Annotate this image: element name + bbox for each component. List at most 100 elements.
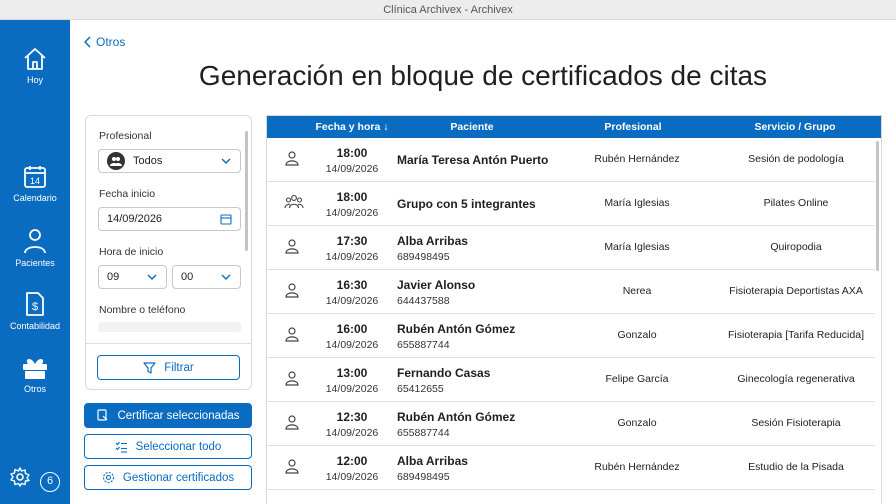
row-date: 14/09/2026 bbox=[325, 471, 379, 483]
row-phone: 655887744 bbox=[397, 427, 450, 439]
row-patient: Grupo con 5 integrantes bbox=[397, 197, 536, 211]
row-professional: María Iglesias bbox=[604, 241, 670, 253]
profesional-select[interactable]: Todos bbox=[98, 149, 241, 173]
row-service: Pilates Online bbox=[763, 197, 829, 209]
row-patient: Javier Alonso bbox=[397, 278, 476, 292]
fecha-input[interactable]: 14/09/2026 bbox=[98, 207, 241, 231]
row-date: 14/09/2026 bbox=[325, 163, 379, 175]
person-icon bbox=[284, 238, 300, 259]
sidebar-item-contabilidad[interactable]: $ Contabilidad bbox=[0, 291, 70, 331]
row-service: Estudio de la Pisada bbox=[748, 461, 844, 473]
row-time: 17:30 bbox=[336, 234, 368, 248]
table-row[interactable]: 18:00 14/09/2026 Grupo con 5 integrantes Ma… bbox=[267, 182, 875, 226]
group-icon bbox=[284, 194, 304, 215]
table-header: Fecha y hora ↓ Paciente Profesional Serv… bbox=[267, 116, 881, 138]
window-titlebar: Clínica Archivex - Archivex bbox=[0, 0, 896, 20]
filtrar-label: Filtrar bbox=[164, 361, 194, 374]
row-date: 14/09/2026 bbox=[325, 339, 379, 351]
certificar-button[interactable]: Certificar seleccionadas bbox=[84, 403, 252, 428]
row-patient: Alba Arribas bbox=[397, 234, 468, 248]
row-date: 14/09/2026 bbox=[325, 383, 379, 395]
gift-icon bbox=[23, 359, 47, 379]
back-link[interactable]: Otros bbox=[84, 35, 125, 49]
table-row[interactable]: 12:00 14/09/2026 Alba Arribas 689498495 Rubé… bbox=[267, 446, 875, 490]
row-date: 14/09/2026 bbox=[325, 207, 379, 219]
accounting-icon: $ bbox=[26, 292, 44, 316]
table-row[interactable]: 18:00 14/09/2026 María Teresa Antón Puerto… bbox=[267, 138, 875, 182]
table-row[interactable]: 16:30 14/09/2026 Javier Alonso 644437588 Ner… bbox=[267, 270, 875, 314]
sidebar-item-label: Otros bbox=[23, 384, 46, 394]
minuto-value: 00 bbox=[181, 271, 194, 283]
row-professional: Rubén Hernández bbox=[594, 461, 680, 473]
nombre-label: Nombre o teléfono bbox=[99, 304, 186, 316]
sidebar: Hoy 14 Calendario Pacientes $ Contabilid… bbox=[0, 20, 70, 504]
person-icon bbox=[284, 282, 300, 303]
filters-scrollbar[interactable] bbox=[245, 131, 248, 251]
header-profesional: Profesional bbox=[604, 121, 662, 133]
sidebar-item-label: Calendario bbox=[13, 193, 57, 203]
row-service: Sesión de podología bbox=[748, 153, 844, 165]
filtrar-button[interactable]: Filtrar bbox=[97, 355, 240, 380]
gestionar-button[interactable]: Gestionar certificados bbox=[84, 465, 252, 490]
table-row[interactable]: 17:30 14/09/2026 Alba Arribas 689498495 Marí… bbox=[267, 226, 875, 270]
fecha-label: Fecha inicio bbox=[99, 188, 156, 200]
row-service: Fisioterapia [Tarifa Reducida] bbox=[728, 329, 864, 341]
checklist-icon bbox=[115, 441, 127, 453]
hora-label: Hora de inicio bbox=[99, 246, 164, 258]
row-phone: 689498495 bbox=[397, 251, 450, 263]
row-professional: Gonzalo bbox=[617, 329, 657, 341]
row-time: 18:00 bbox=[336, 146, 368, 160]
nombre-input[interactable] bbox=[98, 322, 241, 332]
chevron-down-icon bbox=[221, 274, 231, 280]
person-icon bbox=[284, 370, 300, 391]
gear-icon bbox=[102, 471, 114, 484]
group-avatar-icon bbox=[107, 152, 125, 170]
row-date: 14/09/2026 bbox=[325, 427, 379, 439]
row-date: 14/09/2026 bbox=[325, 251, 379, 263]
row-service: Ginecología regenerativa bbox=[737, 373, 855, 385]
person-icon bbox=[284, 150, 300, 171]
sidebar-item-label: Hoy bbox=[26, 75, 43, 85]
row-time: 16:30 bbox=[336, 278, 368, 292]
filters-divider bbox=[86, 343, 251, 344]
hora-select[interactable]: 09 bbox=[98, 265, 167, 289]
table-scrollbar[interactable] bbox=[876, 141, 879, 271]
sidebar-item-calendario[interactable]: 14 Calendario bbox=[0, 165, 70, 203]
table-row[interactable]: 16:00 14/09/2026 Rubén Antón Gómez 65588774… bbox=[267, 314, 875, 358]
filters-panel: Profesional Todos Fecha inicio 14/09/202… bbox=[85, 115, 252, 390]
row-phone: 65412655 bbox=[397, 383, 444, 395]
sidebar-item-pacientes[interactable]: Pacientes bbox=[0, 228, 70, 268]
sidebar-item-hoy[interactable]: Hoy bbox=[0, 47, 70, 85]
row-professional: Rubén Hernández bbox=[594, 153, 680, 165]
sidebar-item-otros[interactable]: Otros bbox=[0, 356, 70, 394]
header-fecha[interactable]: Fecha y hora ↓ bbox=[312, 121, 392, 133]
hora-value: 09 bbox=[107, 271, 120, 283]
row-professional: Felipe García bbox=[605, 373, 669, 385]
row-service: Quiropodia bbox=[770, 241, 822, 253]
chevron-left-icon bbox=[84, 36, 91, 48]
table-row[interactable]: 13:00 14/09/2026 Fernando Casas 65412655 Fel… bbox=[267, 358, 875, 402]
chevron-down-icon bbox=[147, 274, 157, 280]
profesional-value: Todos bbox=[133, 155, 163, 167]
appointments-table: Fecha y hora ↓ Paciente Profesional Serv… bbox=[266, 115, 882, 504]
row-patient: Alba Arribas bbox=[397, 454, 468, 468]
seleccionar-todo-button[interactable]: Seleccionar todo bbox=[84, 434, 252, 459]
row-service: Fisioterapia Deportistas AXA bbox=[729, 285, 863, 297]
settings-button[interactable] bbox=[10, 467, 30, 492]
row-time: 13:00 bbox=[336, 366, 368, 380]
header-servicio: Servicio / Grupo bbox=[754, 121, 836, 133]
notification-badge[interactable]: 6 bbox=[40, 472, 60, 492]
profesional-label: Profesional bbox=[99, 130, 152, 142]
chevron-down-icon bbox=[221, 158, 231, 164]
row-service: Sesión Fisioterapia bbox=[751, 417, 841, 429]
svg-text:$: $ bbox=[32, 301, 38, 313]
fecha-value: 14/09/2026 bbox=[107, 213, 163, 225]
person-icon bbox=[284, 458, 300, 479]
person-icon bbox=[24, 229, 46, 254]
row-time: 12:00 bbox=[336, 454, 368, 468]
calendar-icon bbox=[220, 214, 232, 225]
minuto-select[interactable]: 00 bbox=[172, 265, 241, 289]
certificar-label: Certificar seleccionadas bbox=[117, 409, 240, 422]
table-row[interactable]: 12:30 14/09/2026 Rubén Antón Gómez 65588774… bbox=[267, 402, 875, 446]
header-paciente: Paciente bbox=[450, 121, 494, 133]
